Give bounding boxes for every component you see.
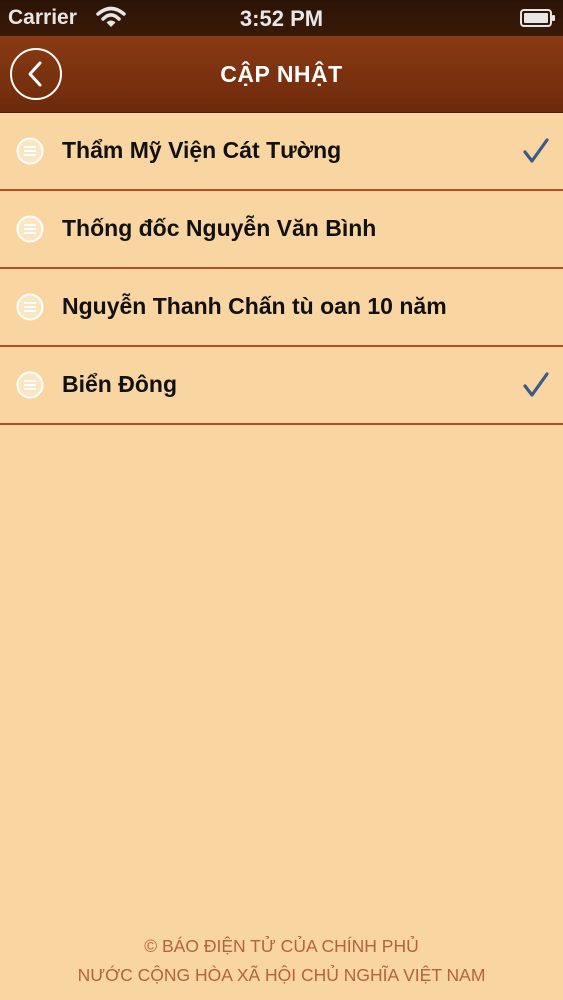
list-lines-icon xyxy=(16,215,44,243)
list-item[interactable]: Nguyễn Thanh Chấn tù oan 10 năm xyxy=(0,269,563,347)
navigation-bar: CẬP NHẬT xyxy=(0,36,563,113)
topic-list: Thẩm Mỹ Viện Cát Tường Thống đốc Nguyễn … xyxy=(0,113,563,425)
list-item-label: Thẩm Mỹ Viện Cát Tường xyxy=(62,137,342,163)
list-lines-icon xyxy=(16,293,44,321)
list-lines-icon xyxy=(16,137,44,165)
checkmark-icon xyxy=(523,138,549,163)
list-item-label: Nguyễn Thanh Chấn tù oan 10 năm xyxy=(62,293,447,319)
footer-line-1: © BÁO ĐIỆN TỬ CỦA CHÍNH PHỦ xyxy=(144,936,419,956)
list-item[interactable]: Thống đốc Nguyễn Văn Bình xyxy=(0,191,563,269)
list-item[interactable]: Thẩm Mỹ Viện Cát Tường xyxy=(0,113,563,191)
footer-copyright: © BÁO ĐIỆN TỬ CỦA CHÍNH PHỦ NƯỚC CỘNG HÒ… xyxy=(0,932,563,990)
status-bar: Carrier 3:52 PM xyxy=(0,0,563,36)
list-item[interactable]: Biển Đông xyxy=(0,347,563,425)
checkmark-icon xyxy=(523,372,549,397)
list-item-label: Thống đốc Nguyễn Văn Bình xyxy=(62,215,377,241)
footer-line-2: NƯỚC CỘNG HÒA XÃ HỘI CHỦ NGHĨA VIỆT NAM xyxy=(77,965,486,985)
list-lines-icon xyxy=(16,371,44,399)
list-item-label: Biển Đông xyxy=(62,371,177,397)
battery-icon xyxy=(520,9,555,27)
page-title: CẬP NHẬT xyxy=(220,61,343,87)
status-time: 3:52 PM xyxy=(239,6,324,31)
